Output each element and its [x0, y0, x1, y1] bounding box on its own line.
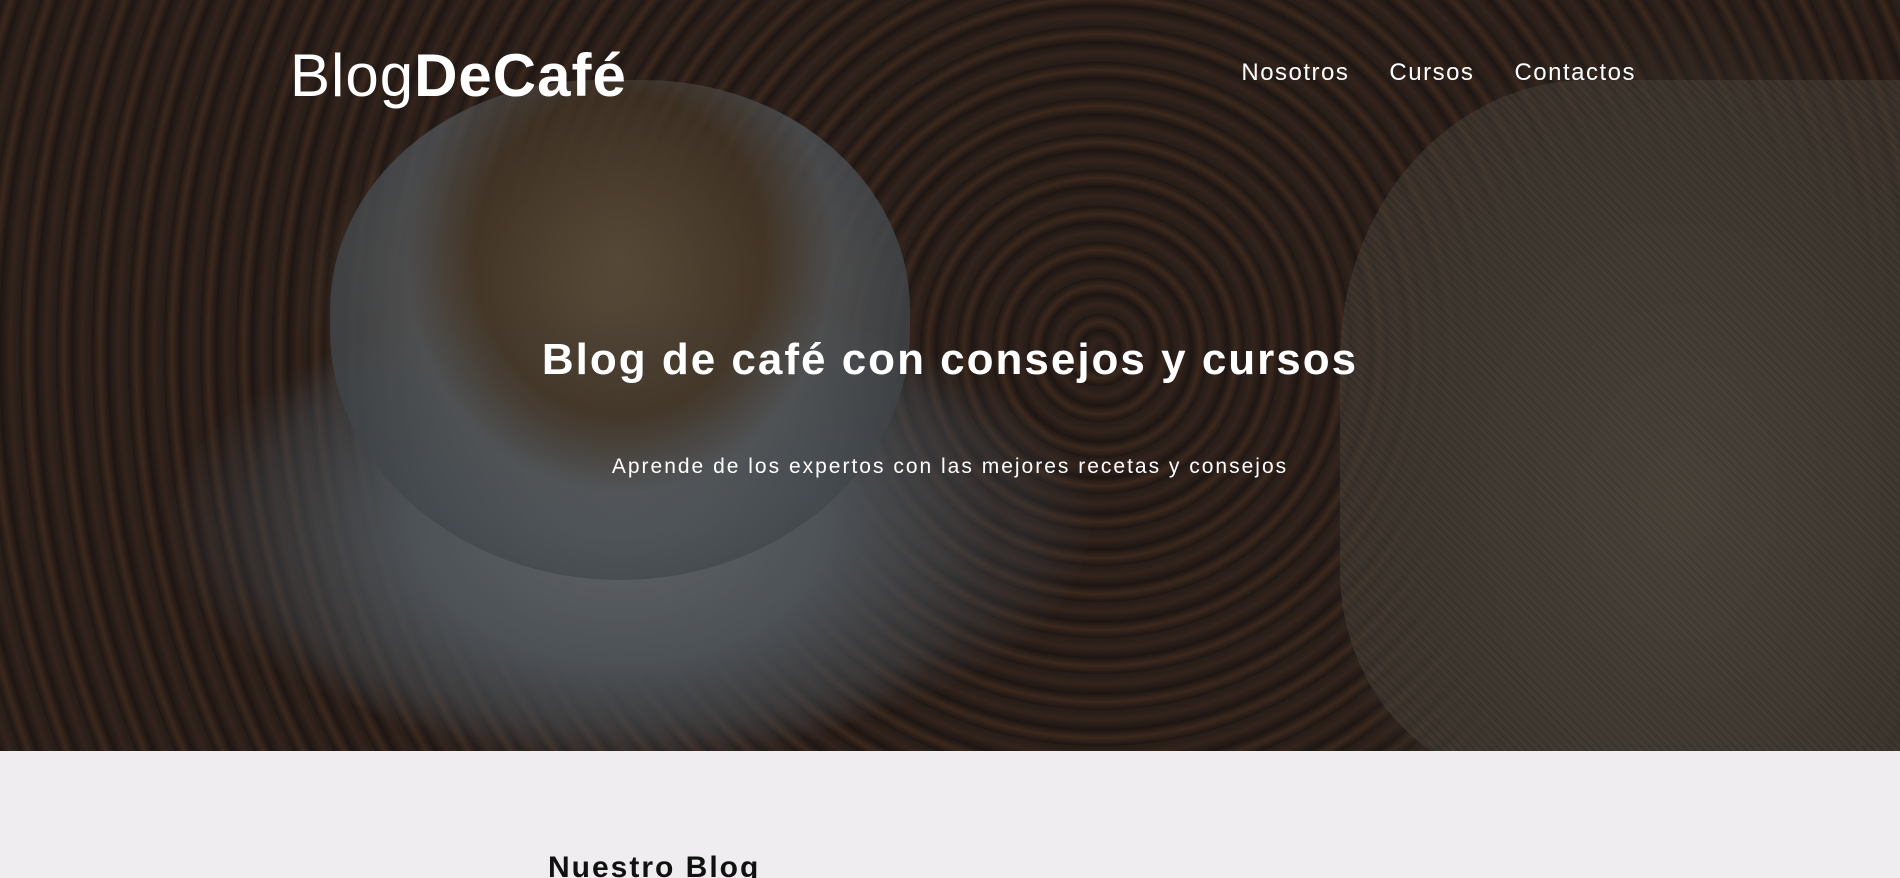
logo-light-text: Blog: [290, 42, 415, 109]
site-logo[interactable]: BlogDeCafé: [290, 40, 627, 112]
logo-bold-text: DeCafé: [414, 42, 627, 109]
hero-banner: BlogDeCafé Nosotros Cursos Contactos Blo…: [0, 0, 1900, 751]
nav-link-contactos[interactable]: Contactos: [1514, 58, 1636, 88]
nav-link-nosotros[interactable]: Nosotros: [1241, 58, 1349, 88]
hero-content: Blog de café con consejos y cursos Apren…: [0, 330, 1900, 481]
section-title-blog: Nuestro Blog: [548, 851, 761, 878]
main-navigation: Nosotros Cursos Contactos: [1241, 58, 1636, 88]
nav-link-cursos[interactable]: Cursos: [1389, 58, 1474, 88]
hero-title: Blog de café con consejos y cursos: [541, 335, 1359, 384]
hero-subtitle: Aprende de los expertos con las mejores …: [611, 455, 1289, 478]
main-content: Nuestro Blog: [0, 751, 1900, 878]
site-header: BlogDeCafé Nosotros Cursos Contactos: [0, 0, 1900, 130]
